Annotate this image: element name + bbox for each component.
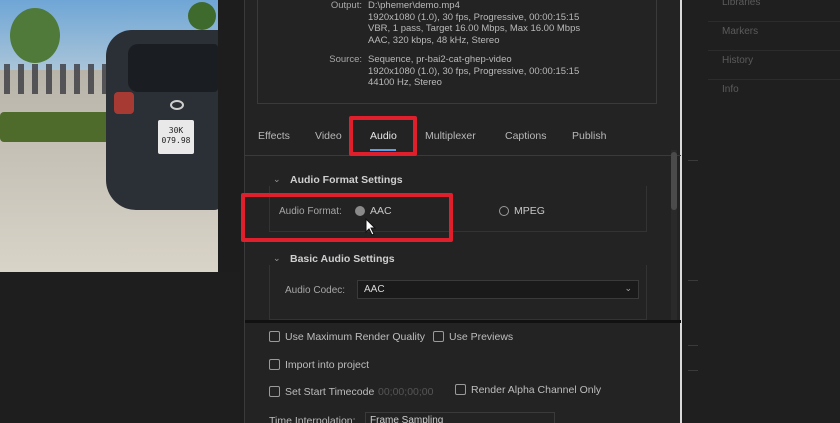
max-render-quality-label[interactable]: Use Maximum Render Quality: [285, 331, 425, 343]
output-line: D:\phemer\demo.mp4: [368, 0, 460, 11]
chevron-down-icon[interactable]: ⌄: [273, 253, 281, 264]
render-alpha-label[interactable]: Render Alpha Channel Only: [471, 384, 601, 396]
panel-divider: [245, 320, 681, 323]
timeline-tick: [688, 370, 698, 371]
time-interpolation-value: Frame Sampling: [370, 415, 444, 423]
import-into-project-checkbox[interactable]: [269, 359, 280, 370]
audio-codec-value: AAC: [364, 284, 385, 295]
preview-grass: [0, 112, 110, 142]
radio-mpeg-label[interactable]: MPEG: [514, 205, 545, 217]
panel-tab-libraries[interactable]: Libraries: [708, 0, 840, 16]
render-alpha-checkbox[interactable]: [455, 384, 466, 395]
video-preview: 30K 079.98: [0, 0, 218, 272]
timeline-tick: [688, 280, 698, 281]
tab-publish[interactable]: Publish: [572, 130, 606, 142]
car-logo-icon: [170, 100, 184, 110]
import-into-project-label[interactable]: Import into project: [285, 359, 369, 371]
timeline-tick: [688, 345, 698, 346]
time-interpolation-label: Time Interpolation:: [269, 415, 356, 423]
use-previews-label[interactable]: Use Previews: [449, 331, 513, 343]
basic-audio-settings-heading[interactable]: Basic Audio Settings: [290, 253, 395, 265]
panel-tab-info[interactable]: Info: [708, 79, 840, 103]
settings-tabs: Effects Video Audio Multiplexer Captions…: [245, 120, 681, 156]
use-previews-checkbox[interactable]: [433, 331, 444, 342]
timeline-tick: [688, 160, 698, 161]
preview-car-window: [128, 44, 218, 92]
output-label: Output:: [330, 0, 362, 11]
audio-codec-select[interactable]: AAC ⌄: [357, 280, 639, 299]
max-render-quality-checkbox[interactable]: [269, 331, 280, 342]
preview-tree: [10, 8, 60, 63]
output-line: VBR, 1 pass, Target 16.00 Mbps, Max 16.0…: [368, 23, 581, 34]
audio-format-highlight-box: [241, 193, 453, 242]
tab-effects[interactable]: Effects: [258, 130, 290, 142]
scrollbar-thumb[interactable]: [671, 152, 677, 210]
export-summary: Output: D:\phemer\demo.mp4 1920x1080 (1.…: [257, 0, 657, 104]
output-line: 1920x1080 (1.0), 30 fps, Progressive, 00…: [368, 11, 580, 23]
panel-tab-history[interactable]: History: [708, 50, 840, 74]
export-settings-dialog: Output: D:\phemer\demo.mp4 1920x1080 (1.…: [241, 0, 682, 423]
tab-multiplexer[interactable]: Multiplexer: [425, 130, 476, 142]
start-timecode-field[interactable]: 00;00;00;00: [378, 386, 433, 398]
time-interpolation-select[interactable]: Frame Sampling: [365, 412, 555, 423]
tab-video[interactable]: Video: [315, 130, 342, 142]
audio-tab-highlight-box: [349, 116, 417, 156]
preview-tree: [188, 2, 216, 30]
tab-captions[interactable]: Captions: [505, 130, 546, 142]
preview-lower-area: [0, 272, 240, 423]
source-label: Source:: [329, 54, 362, 65]
set-start-timecode-label[interactable]: Set Start Timecode: [285, 386, 374, 398]
chevron-down-icon: ⌄: [624, 283, 632, 293]
set-start-timecode-checkbox[interactable]: [269, 386, 280, 397]
panel-tab-markers[interactable]: Markers: [708, 21, 840, 45]
license-plate: 30K 079.98: [158, 120, 194, 154]
radio-mpeg[interactable]: [499, 206, 509, 216]
source-line: Sequence, pr-bai2-cat-ghep-video: [368, 54, 512, 65]
preview-tail-light: [114, 92, 134, 114]
source-line: 44100 Hz, Stereo: [368, 77, 442, 88]
source-line: 1920x1080 (1.0), 30 fps, Progressive, 00…: [368, 65, 580, 77]
audio-format-settings-heading[interactable]: Audio Format Settings: [290, 174, 403, 186]
output-line: AAC, 320 kbps, 48 kHz, Stereo: [368, 34, 500, 46]
right-panel: Libraries Markers History Info: [684, 0, 840, 423]
audio-codec-label: Audio Codec:: [285, 285, 346, 296]
mouse-cursor-icon: [365, 218, 377, 236]
chevron-down-icon[interactable]: ⌄: [273, 174, 281, 185]
